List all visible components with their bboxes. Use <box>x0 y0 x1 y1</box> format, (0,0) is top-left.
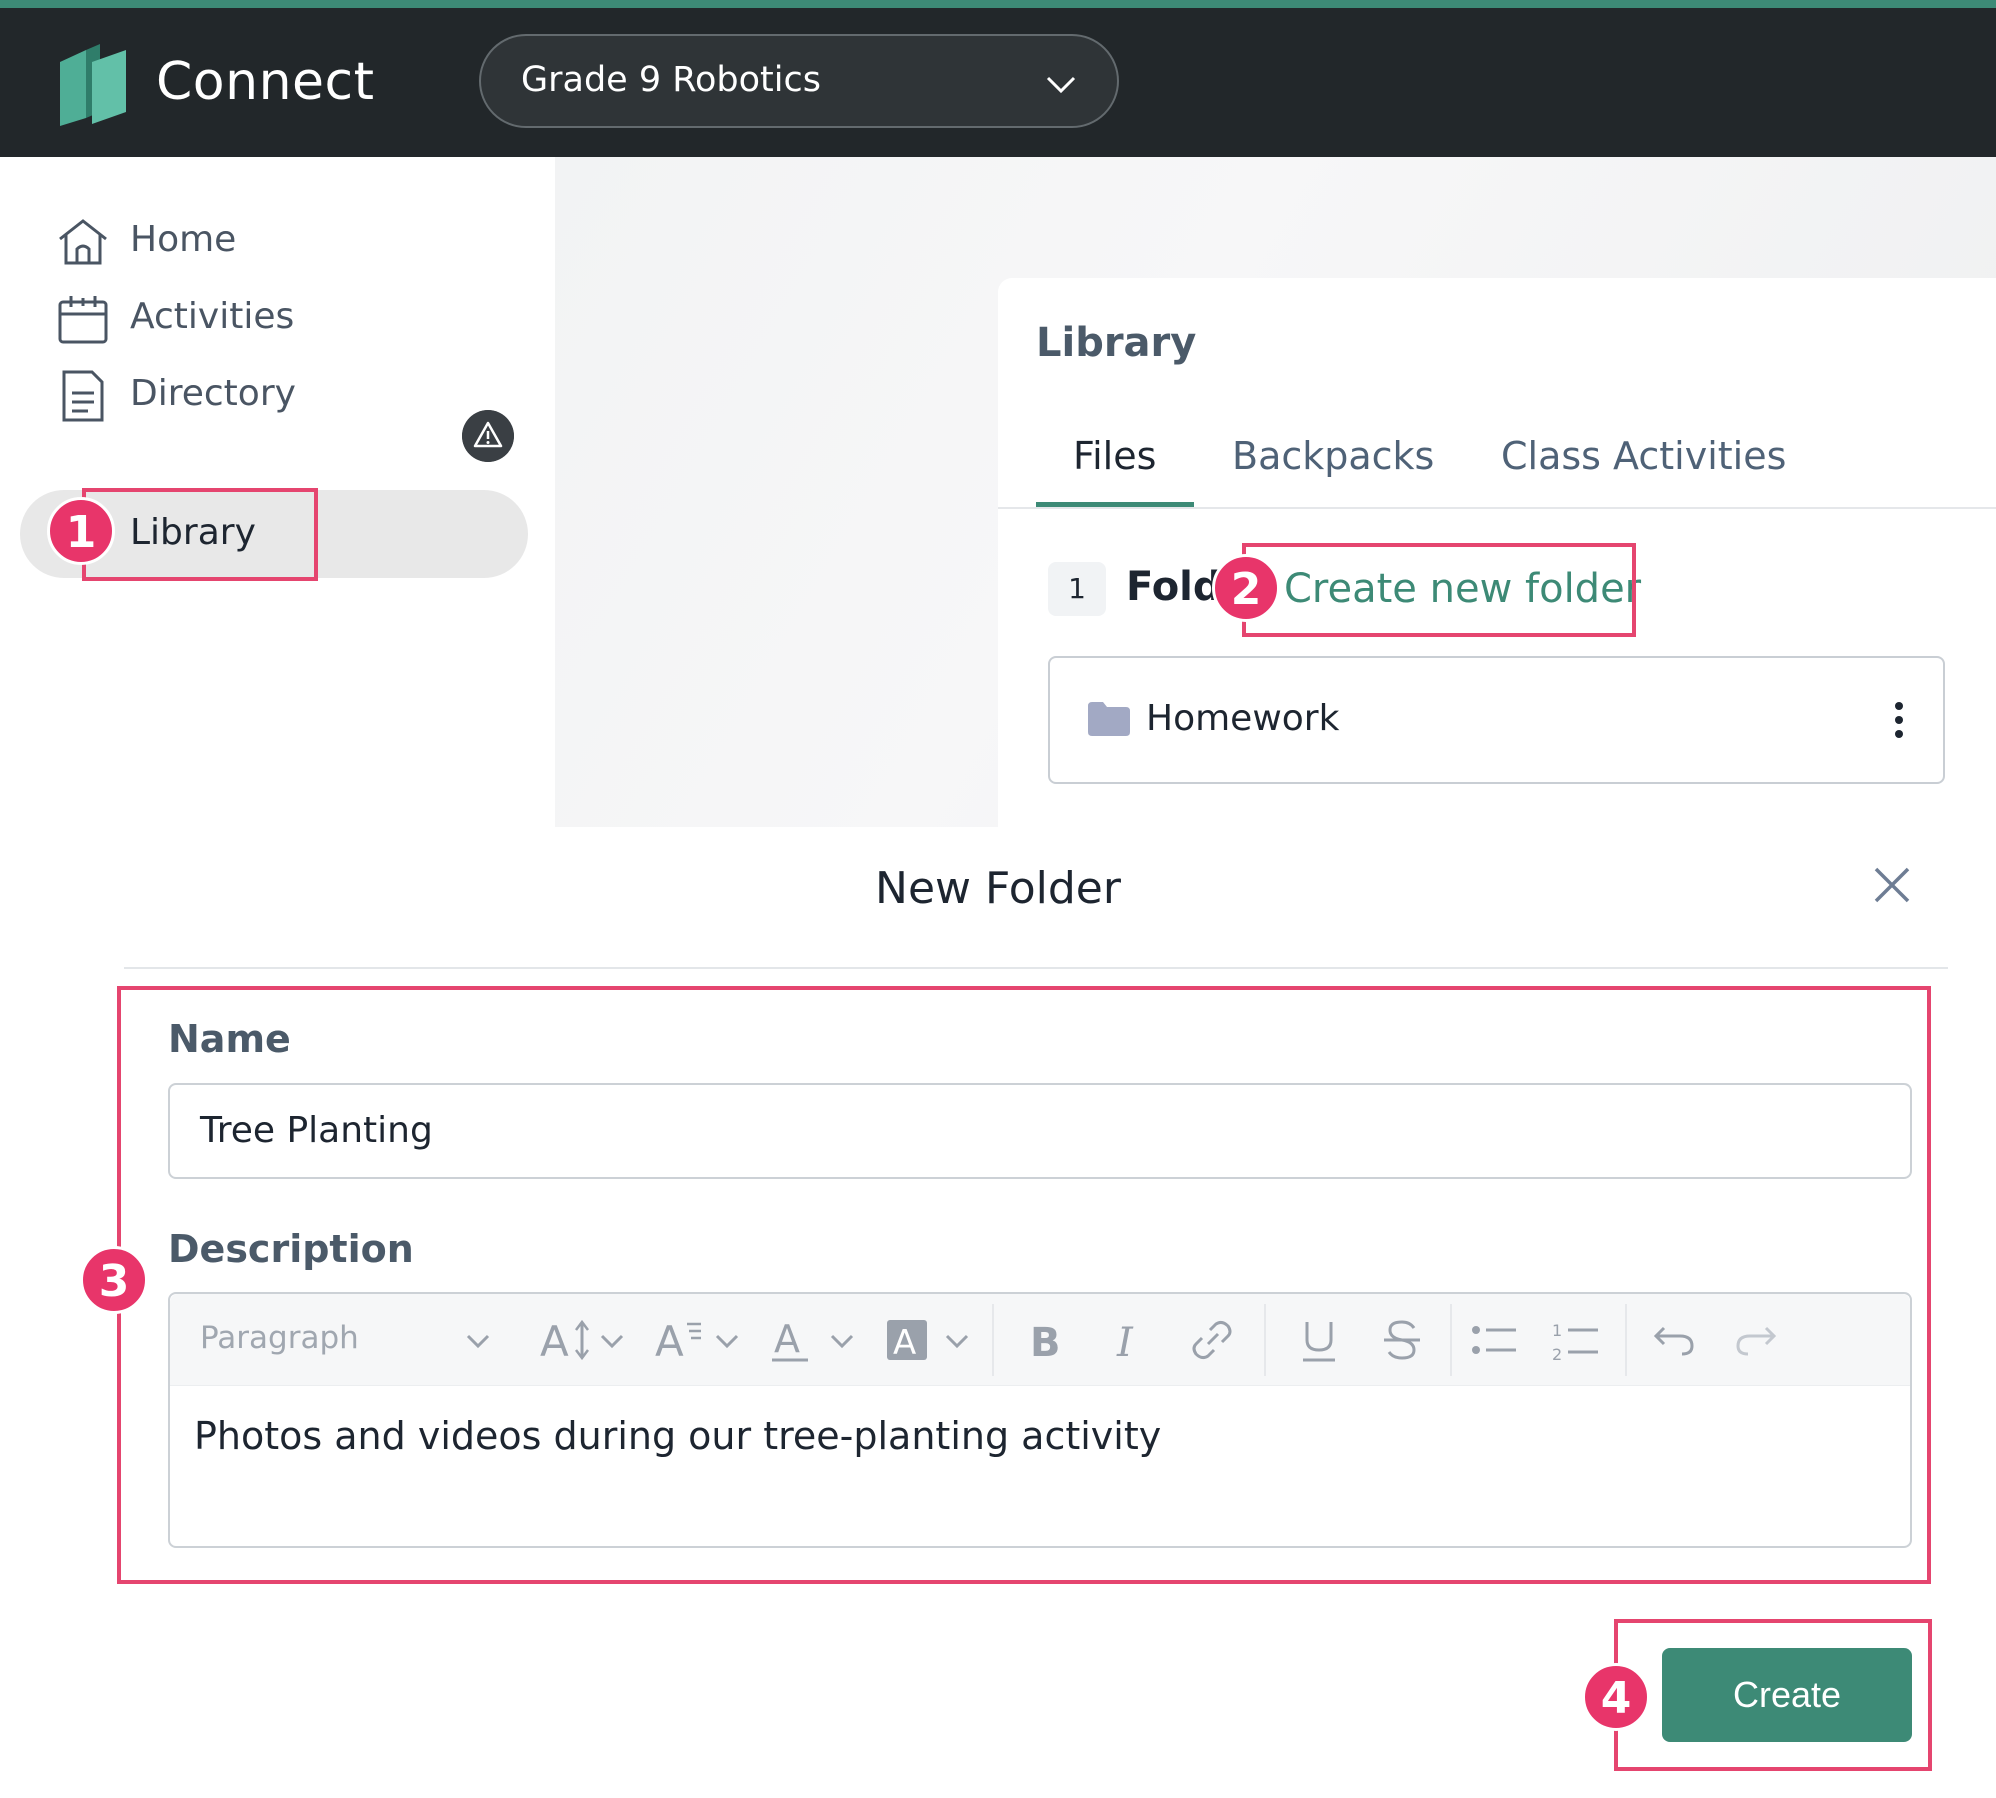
highlight-box-create-folder <box>1242 543 1636 637</box>
class-selector[interactable]: Grade 9 Robotics <box>479 34 1119 128</box>
connect-logo-icon <box>60 44 126 126</box>
sidebar-item-activities[interactable]: Activities <box>20 274 528 362</box>
highlight-box-library <box>82 488 318 581</box>
home-icon <box>59 219 107 265</box>
folder-count-badge: 1 <box>1048 562 1106 616</box>
step-1-marker: 1 <box>47 497 115 565</box>
highlight-box-form <box>117 986 1931 1584</box>
sidebar-item-label: Directory <box>130 373 296 414</box>
warning-icon <box>462 410 514 462</box>
chevron-down-icon <box>1046 76 1076 94</box>
app-brand[interactable]: Connect <box>156 52 375 112</box>
sidebar-item-home[interactable]: Home <box>20 197 528 285</box>
highlight-box-create-button <box>1614 1619 1932 1771</box>
modal-title: New Folder <box>875 863 1121 914</box>
step-4-marker: 4 <box>1582 1663 1650 1731</box>
folders-heading: Folders <box>1126 564 1220 610</box>
more-options-icon[interactable] <box>1893 700 1905 740</box>
tab-class-activities[interactable]: Class Activities <box>1501 434 1786 478</box>
folder-name: Homework <box>1146 698 1340 739</box>
top-bar: Connect Grade 9 Robotics <box>0 0 1996 157</box>
library-title: Library <box>1036 320 1197 366</box>
document-icon <box>62 370 104 422</box>
sidebar-item-directory[interactable]: Directory <box>20 351 528 439</box>
class-selector-label: Grade 9 Robotics <box>521 60 821 100</box>
active-tab-indicator <box>1036 502 1194 507</box>
sidebar-item-label: Home <box>130 219 237 260</box>
close-icon[interactable] <box>1870 863 1914 907</box>
step-3-marker: 3 <box>80 1246 148 1314</box>
modal-divider <box>124 967 1948 969</box>
sidebar-item-label: Activities <box>130 296 295 337</box>
step-2-marker: 2 <box>1212 554 1280 622</box>
tab-backpacks[interactable]: Backpacks <box>1232 434 1434 478</box>
tab-files[interactable]: Files <box>1073 434 1156 478</box>
tabs-divider <box>998 507 1996 509</box>
folder-icon <box>1088 702 1130 736</box>
calendar-icon <box>58 296 108 344</box>
folder-item-homework[interactable]: Homework <box>1048 656 1945 784</box>
